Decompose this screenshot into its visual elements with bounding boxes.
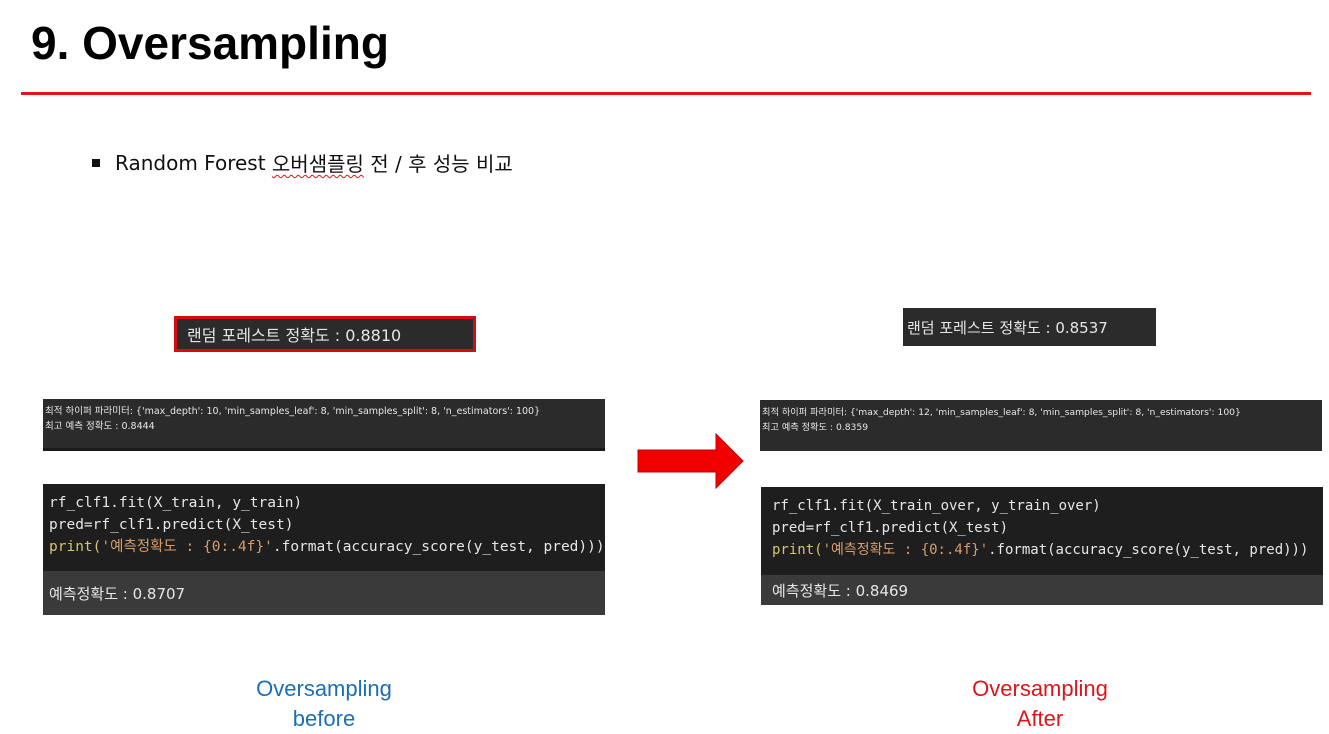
before-params-panel: 최적 하이퍼 파라미터: {'max_depth': 10, 'min_samp… [43,399,605,451]
before-caption-line-1: Oversampling [256,676,392,701]
after-code-line-1: rf_clf1.fit(X_train_over, y_train_over) [772,498,1101,514]
before-code-source: rf_clf1.fit(X_train, y_train) pred=rf_cl… [43,484,605,558]
before-accuracy-box: 랜덤 포레스트 정확도 : 0.8810 [174,316,476,352]
after-accuracy-box: 랜덤 포레스트 정확도 : 0.8537 [903,308,1156,346]
right-arrow-icon [637,433,744,489]
before-code-line-3: print('예측정확도 : {0:.4f}'.format(accuracy_… [49,536,605,558]
title-divider [21,92,1311,95]
before-accuracy-text: 랜덤 포레스트 정확도 : 0.8810 [187,326,402,345]
bullet-item: Random Forest 오버샘플링 전 / 후 성능 비교 [92,148,513,177]
before-caption: Oversampling before [224,674,424,734]
after-output-text: 예측정확도 : 0.8469 [772,581,909,600]
after-code-string: '예측정확도 : {0:.4f}' [822,542,989,558]
after-best-score-line: 최고 예측 정확도 : 0.8359 [762,422,869,433]
after-accuracy-text: 랜덤 포레스트 정확도 : 0.8537 [907,318,1108,337]
before-caption-line-2: before [292,706,356,731]
before-code-print-kw: print( [49,539,102,555]
before-output-text: 예측정확도 : 0.8707 [49,584,186,603]
after-code-line-2: pred=rf_clf1.predict(X_test) [772,520,1009,536]
after-code-rest: .format(accuracy_score(y_test, pred))) [988,542,1309,558]
before-code-cell: rf_clf1.fit(X_train, y_train) pred=rf_cl… [43,484,605,615]
square-bullet-icon [92,158,100,167]
bullet-text-underlined: 오버샘플링 [271,152,364,176]
bullet-text-prefix: Random Forest [115,150,272,175]
after-caption-line-1: Oversampling [972,676,1108,701]
after-caption-line-2: After [1016,706,1064,731]
before-code-string: '예측정확도 : {0:.4f}' [101,539,273,555]
after-code-cell: rf_clf1.fit(X_train_over, y_train_over) … [761,487,1323,605]
before-code-rest: .format(accuracy_score(y_test, pred))) [272,539,605,555]
slide-title: 9. Oversampling [31,17,389,69]
after-params-panel: 최적 하이퍼 파라미터: {'max_depth': 12, 'min_samp… [760,400,1322,451]
after-code-print-kw: print( [772,542,823,558]
before-best-score-line: 최고 예측 정확도 : 0.8444 [45,421,155,432]
before-code-output: 예측정확도 : 0.8707 [43,571,605,615]
after-code-source: rf_clf1.fit(X_train_over, y_train_over) … [761,487,1323,561]
after-caption: Oversampling After [940,674,1140,734]
after-code-line-3: print('예측정확도 : {0:.4f}'.format(accuracy_… [772,539,1317,561]
before-params-line: 최적 하이퍼 파라미터: {'max_depth': 10, 'min_samp… [45,406,541,417]
after-code-output: 예측정확도 : 0.8469 [761,575,1323,605]
before-code-line-2: pred=rf_clf1.predict(X_test) [49,517,294,533]
bullet-text-suffix: 전 / 후 성능 비교 [363,152,513,176]
after-params-line: 최적 하이퍼 파라미터: {'max_depth': 12, 'min_samp… [762,407,1241,418]
before-code-line-1: rf_clf1.fit(X_train, y_train) [49,495,303,511]
